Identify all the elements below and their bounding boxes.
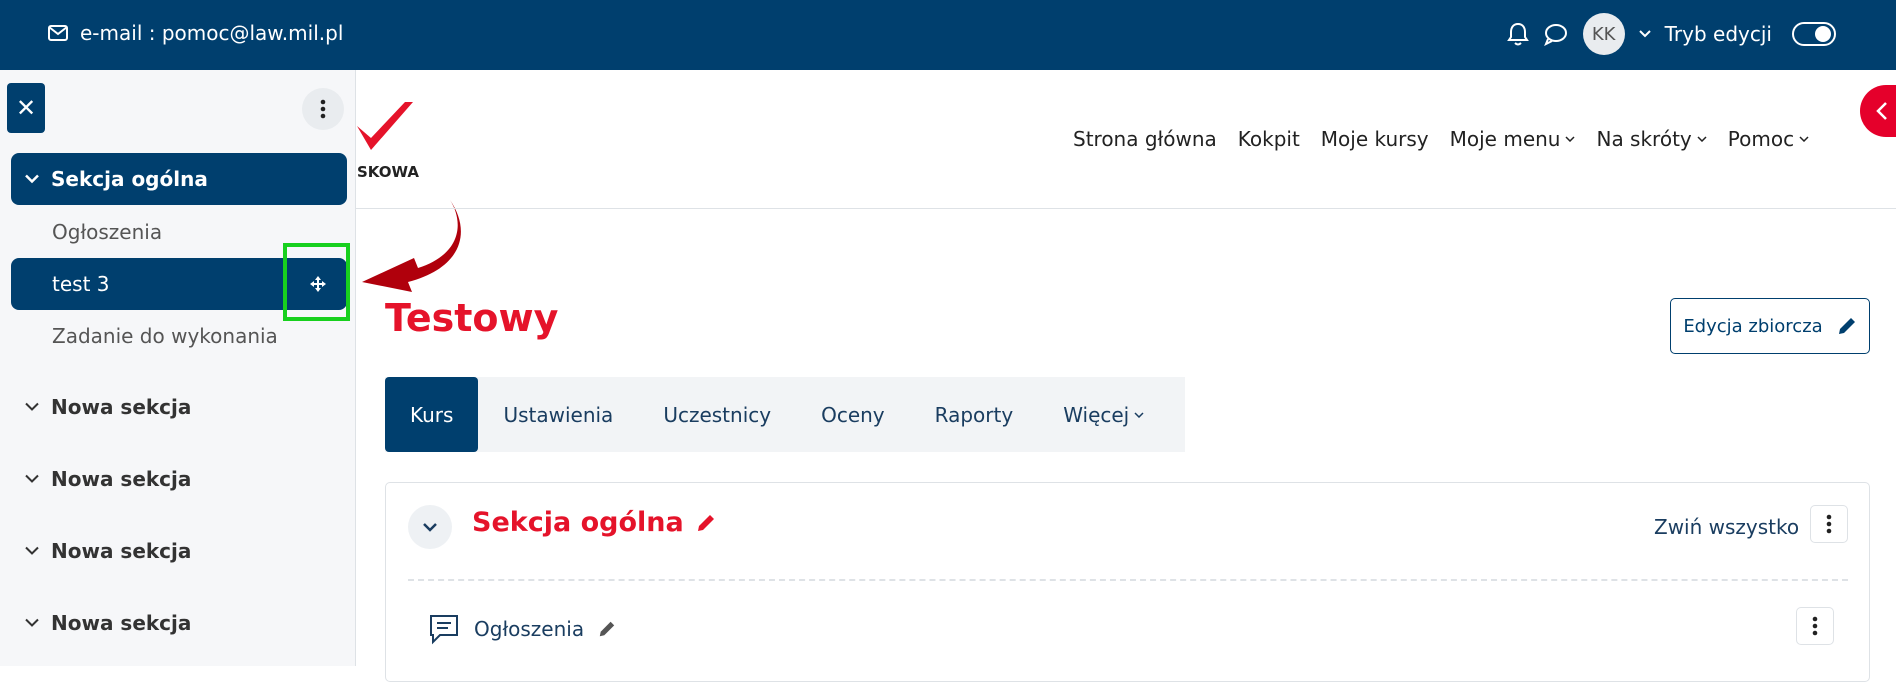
envelope-icon [48, 25, 68, 41]
pencil-icon [1838, 318, 1855, 334]
pencil-icon[interactable] [696, 513, 716, 533]
section-title[interactable]: Sekcja ogólna [472, 507, 684, 538]
close-icon: ✕ [15, 94, 37, 122]
chevron-down-icon [1697, 136, 1707, 142]
bell-icon[interactable] [1506, 22, 1529, 46]
index-section-new-2[interactable]: Nowa sekcja [11, 459, 347, 499]
tab-more[interactable]: Więcej [1038, 377, 1169, 452]
header-divider [356, 208, 1896, 209]
chevron-down-icon [25, 546, 39, 555]
chevron-down-icon[interactable] [1638, 30, 1651, 38]
index-section-new-3[interactable]: Nowa sekcja [11, 531, 347, 571]
kebab-icon [320, 99, 326, 119]
nav-help[interactable]: Pomoc [1728, 127, 1809, 151]
close-drawer-button[interactable]: ✕ [7, 83, 45, 133]
email-text: e-mail : pomoc@law.mil.pl [80, 21, 344, 45]
contact-email[interactable]: e-mail : pomoc@law.mil.pl [48, 18, 343, 48]
index-item-announcements[interactable]: Ogłoszenia [52, 220, 162, 244]
section-card: Sekcja ogólna Zwiń wszystko Ogłoszenia [385, 482, 1870, 682]
index-section-new-1[interactable]: Nowa sekcja [11, 387, 347, 427]
tab-reports[interactable]: Raporty [910, 377, 1039, 452]
drawer-menu-button[interactable] [302, 88, 344, 130]
tab-grades[interactable]: Oceny [796, 377, 910, 452]
nav-home[interactable]: Strona główna [1073, 127, 1217, 151]
nav-label: Moje menu [1449, 127, 1561, 151]
section-title: Sekcja ogólna [51, 167, 208, 191]
item-label: test 3 [52, 272, 110, 296]
index-section-general[interactable]: Sekcja ogólna [11, 153, 347, 205]
edit-mode-toggle[interactable] [1792, 22, 1836, 46]
nav-shortcuts[interactable]: Na skróty [1596, 127, 1707, 151]
nav-my-courses[interactable]: Moje kursy [1321, 127, 1429, 151]
chevron-left-icon [1876, 102, 1887, 120]
bulk-edit-label: Edycja zbiorcza [1683, 315, 1823, 337]
collapse-all-link[interactable]: Zwiń wszystko [1654, 515, 1799, 539]
index-section-new-4[interactable]: Nowa sekcja [11, 603, 347, 643]
chevron-down-icon [423, 522, 437, 532]
edit-mode-label: Tryb edycji [1664, 22, 1772, 46]
section-divider [408, 579, 1848, 581]
forum-icon [430, 615, 458, 645]
avatar[interactable]: KK [1582, 13, 1625, 55]
chevron-down-icon [25, 402, 39, 411]
tab-settings[interactable]: Ustawienia [478, 377, 638, 452]
chevron-down-icon [1134, 411, 1144, 418]
annotation-arrow-icon [362, 200, 461, 292]
move-icon[interactable] [310, 276, 326, 292]
tab-label: Więcej [1063, 402, 1130, 427]
chevron-down-icon [1565, 136, 1576, 142]
section-title: Nowa sekcja [51, 611, 192, 635]
index-item-task[interactable]: Zadanie do wykonania [52, 324, 278, 348]
pencil-icon[interactable] [598, 620, 616, 638]
chevron-down-icon [25, 474, 39, 483]
logo-text: SKOWA [357, 163, 419, 181]
primary-navigation: Strona główna Kokpit Moje kursy Moje men… [1073, 124, 1830, 154]
activity-name[interactable]: Ogłoszenia [474, 617, 584, 641]
chevron-down-icon [25, 174, 39, 184]
nav-dashboard[interactable]: Kokpit [1238, 127, 1300, 151]
section-actions-button[interactable] [1810, 505, 1848, 543]
nav-my-menu[interactable]: Moje menu [1450, 127, 1576, 151]
nav-label: Pomoc [1727, 127, 1795, 151]
kebab-icon [1826, 514, 1832, 534]
section-title: Nowa sekcja [51, 539, 192, 563]
nav-label: Na skróty [1596, 127, 1692, 151]
section-title: Nowa sekcja [51, 467, 192, 491]
chevron-down-icon [1799, 136, 1809, 142]
tab-participants[interactable]: Uczestnicy [638, 377, 796, 452]
course-tabs: Kurs Ustawienia Uczestnicy Oceny Raporty… [385, 377, 1185, 452]
course-title: Testowy [385, 296, 559, 340]
open-block-drawer-button[interactable] [1860, 85, 1896, 137]
logo-check-icon [357, 102, 413, 150]
activity-actions-button[interactable] [1796, 607, 1834, 645]
bulk-edit-button[interactable]: Edycja zbiorcza [1670, 298, 1870, 354]
tab-course[interactable]: Kurs [385, 377, 479, 452]
activity-announcements[interactable]: Ogłoszenia [428, 613, 616, 645]
section-title: Nowa sekcja [51, 395, 192, 419]
chevron-down-icon [25, 618, 39, 627]
course-index-drawer: ✕ Sekcja ogólna Ogłoszenia test 3 Zadani… [0, 70, 356, 666]
section-heading: Sekcja ogólna [472, 507, 716, 538]
top-navbar: e-mail : pomoc@law.mil.pl KK Tryb edycji [0, 0, 1896, 70]
chat-icon[interactable] [1543, 22, 1569, 46]
kebab-icon [1812, 616, 1818, 636]
collapse-section-button[interactable] [408, 505, 452, 549]
